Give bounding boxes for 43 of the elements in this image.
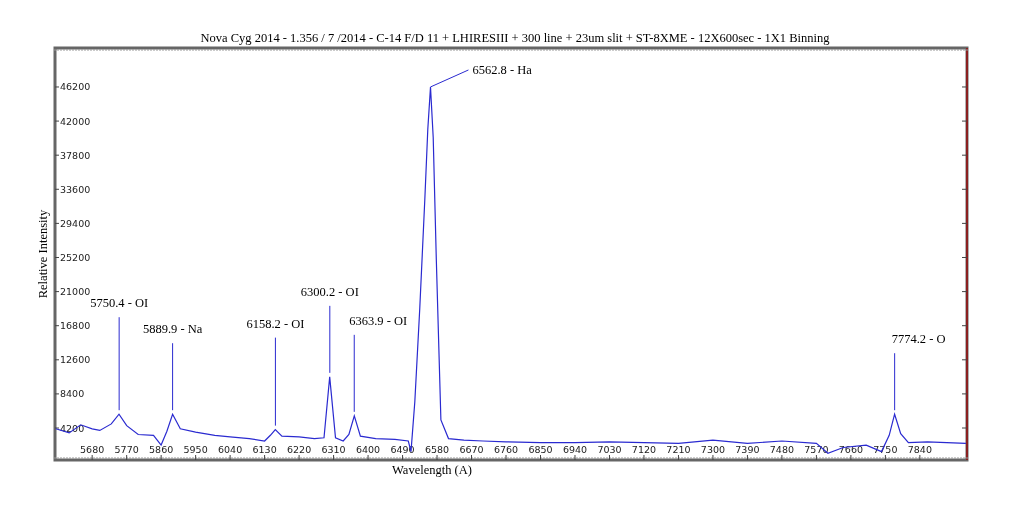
tick-label: 6040 [218, 444, 243, 455]
tick-label: 37800 [60, 149, 91, 161]
tick-label: 12600 [60, 354, 91, 366]
tick-label: 6580 [424, 444, 450, 455]
y-axis-label: Relative Intensity [36, 209, 50, 299]
tick-label: 5860 [149, 444, 174, 455]
tick-label: 6310 [321, 444, 346, 455]
tick-label: 6940 [562, 444, 588, 455]
tick-label: 7120 [631, 444, 657, 455]
tick-label: 6130 [252, 444, 277, 455]
tick-label: 6220 [287, 444, 312, 455]
tick-label: 7390 [735, 444, 760, 455]
tick-label: 6760 [493, 444, 519, 455]
tick-label: 25200 [60, 252, 91, 263]
tick-label: 6490 [390, 444, 415, 455]
tick-label: 8400 [60, 388, 85, 400]
peak-label: 6562.8 - Ha [472, 63, 532, 77]
chart-title: Nova Cyg 2014 - 1.356 / 7 /2014 - C-14 F/D 11 + LHIRESIII + 300 line + 23um slit + ST-8XME - 12X600sec - 1X1 Binning [200, 31, 830, 45]
tick-label: 21000 [60, 286, 91, 298]
tick-label: 7030 [597, 444, 622, 455]
peak-label: 5889.9 - Na [142, 322, 203, 337]
tick-label: 7660 [838, 444, 863, 455]
tick-label: 5950 [183, 444, 208, 455]
tick-label: 33600 [60, 183, 91, 195]
tick-label: 46200 [60, 81, 91, 93]
peak-label: 5750.4 - OI [90, 296, 149, 311]
tick-label: 6400 [356, 444, 381, 455]
peak-label: 6300.2 - OI [300, 284, 359, 299]
peak-label: 6158.2 - OI [246, 316, 305, 331]
peak-label: 6363.9 - OI [349, 313, 408, 328]
x-axis-label: Wavelength (A) [392, 463, 472, 477]
peak-label: 7774.2 - O [891, 332, 946, 347]
tick-label: 6850 [528, 444, 553, 455]
tick-label: 29400 [60, 217, 91, 229]
tick-label: 7210 [666, 444, 691, 455]
tick-label: 42000 [60, 115, 91, 127]
tick-label: 5770 [114, 444, 139, 455]
tick-label: 7480 [769, 444, 794, 455]
tick-label: 7300 [700, 444, 726, 455]
tick-label: 6670 [459, 444, 484, 455]
tick-label: 16800 [60, 320, 91, 332]
tick-label: 7840 [907, 444, 932, 455]
tick-label: 5680 [80, 444, 105, 455]
